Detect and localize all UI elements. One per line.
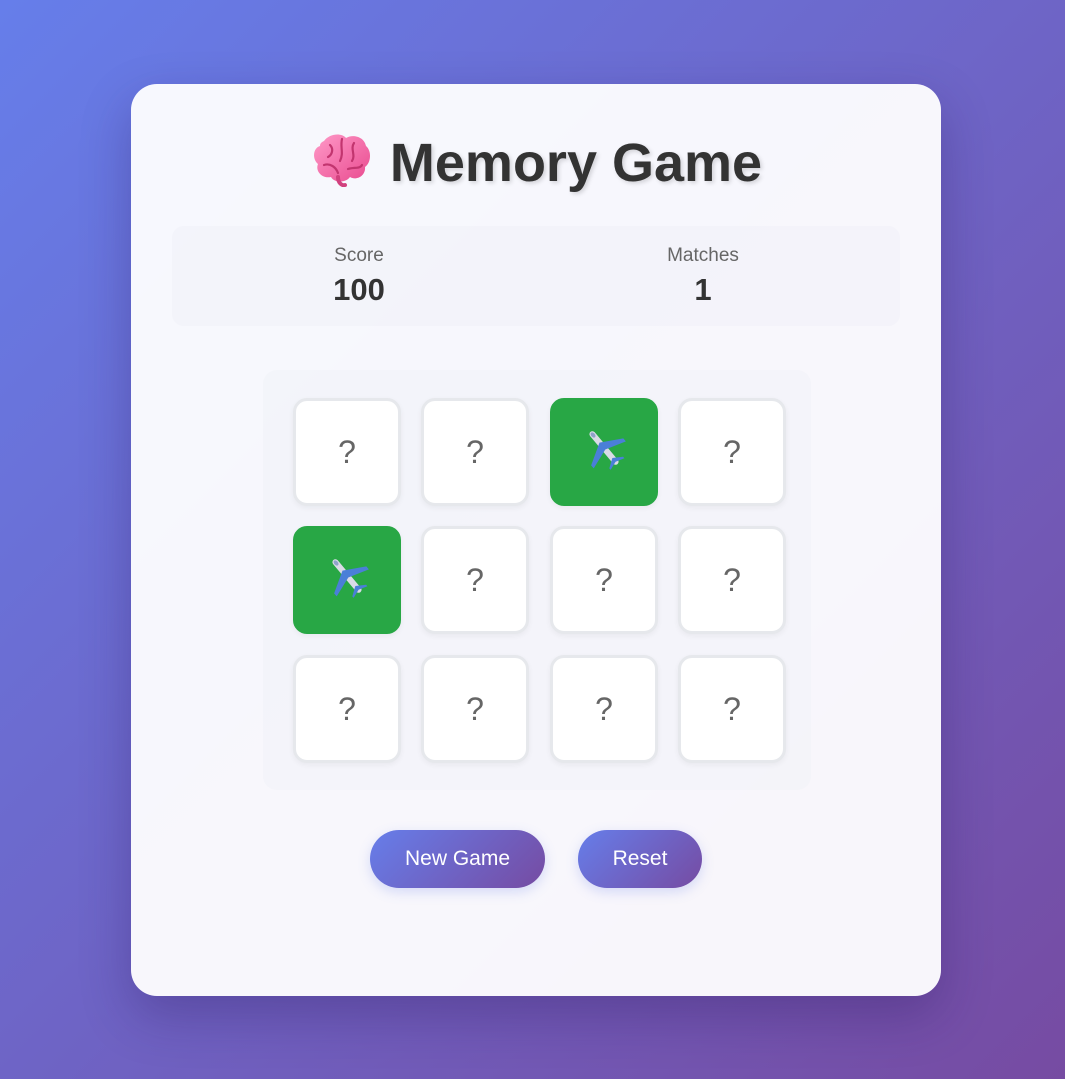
card-back-symbol: ? [723, 690, 741, 727]
new-game-button[interactable]: New Game [370, 830, 545, 888]
brain-icon [310, 131, 372, 188]
card-tile-hidden[interactable]: ? [550, 526, 658, 634]
card-back-symbol: ? [338, 690, 356, 727]
matches-label: Matches [667, 245, 739, 266]
score-stat: Score 100 [259, 244, 459, 312]
card-tile-hidden[interactable]: ? [421, 398, 529, 506]
card-back-symbol: ? [466, 690, 484, 727]
card-tile-hidden[interactable]: ? [678, 398, 786, 506]
card-back-symbol: ? [466, 561, 484, 598]
card-tile-hidden[interactable]: ? [293, 398, 401, 506]
airplane-icon [322, 551, 372, 609]
score-label: Score [334, 245, 384, 266]
airplane-svg [332, 559, 369, 598]
card-back-symbol: ? [466, 433, 484, 470]
card-back-symbol: ? [595, 561, 613, 598]
score-value: 100 [333, 272, 385, 307]
matches-value: 1 [694, 272, 712, 307]
card-back-symbol: ? [595, 690, 613, 727]
page-title: Memory Game [131, 128, 941, 198]
card-back-symbol: ? [723, 433, 741, 470]
airplane-icon [579, 423, 629, 481]
card-tile-hidden[interactable]: ? [421, 526, 529, 634]
reset-button[interactable]: Reset [578, 830, 702, 888]
card-back-symbol: ? [338, 433, 356, 470]
card-tile-hidden[interactable]: ? [678, 526, 786, 634]
card-tile-hidden[interactable]: ? [293, 655, 401, 763]
card-tile-hidden[interactable]: ? [550, 655, 658, 763]
matches-stat: Matches 1 [603, 244, 803, 312]
title-text: Memory Game [389, 133, 763, 193]
airplane-svg [589, 431, 626, 470]
card-tile-matched[interactable] [293, 526, 401, 634]
card-back-symbol: ? [723, 561, 741, 598]
card-tile-hidden[interactable]: ? [421, 655, 529, 763]
card-tile-hidden[interactable]: ? [678, 655, 786, 763]
card-tile-matched[interactable] [550, 398, 658, 506]
